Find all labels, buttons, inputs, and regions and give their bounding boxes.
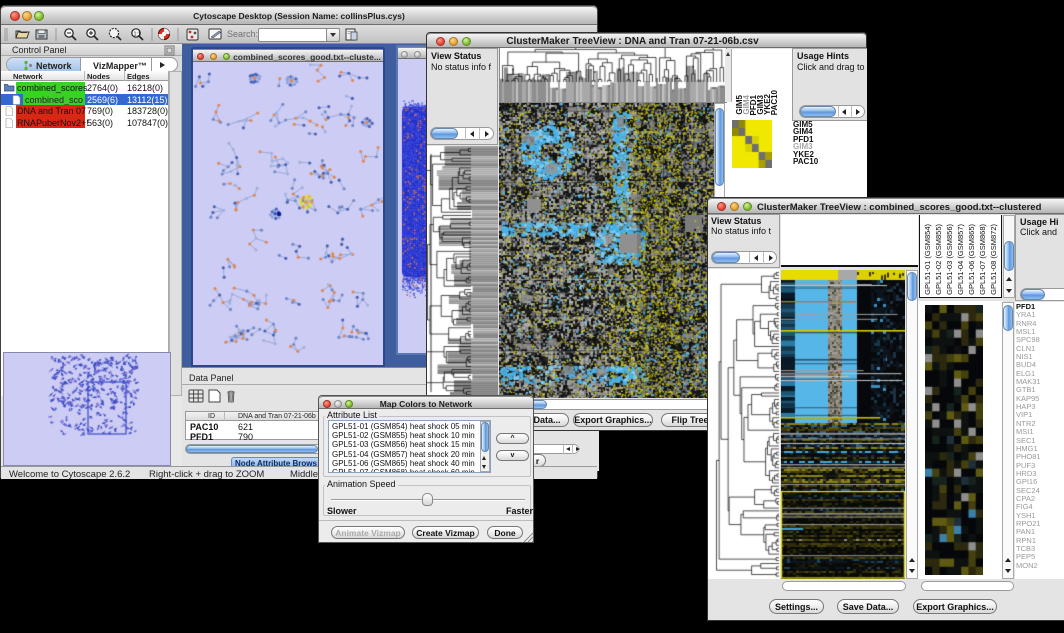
svg-text:Search:: Search:: [227, 29, 258, 39]
svg-text:1:1: 1:1: [134, 31, 141, 37]
